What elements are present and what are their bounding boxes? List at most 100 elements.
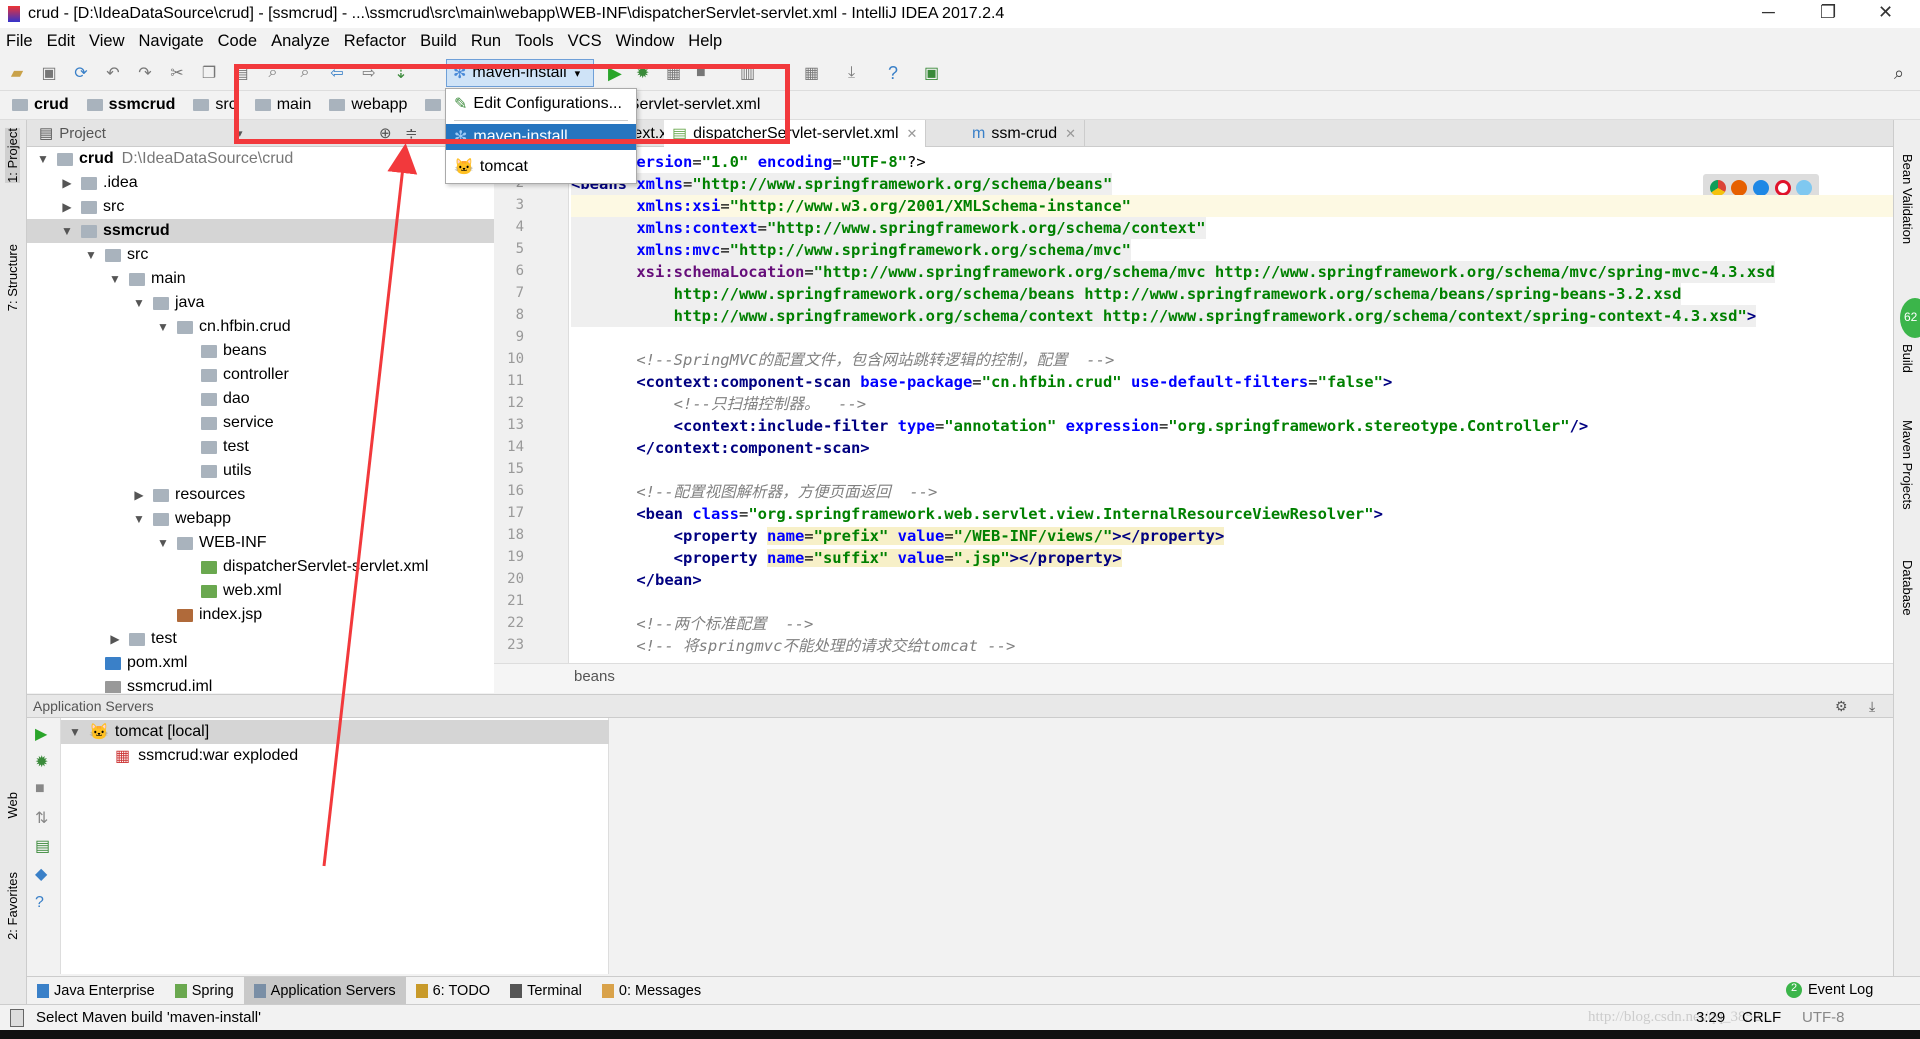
locate-icon[interactable]: ⊕	[379, 124, 392, 142]
vcs-icon[interactable]: ▣	[924, 63, 939, 83]
tree-item[interactable]: ▼ cn.hfbin.crud	[27, 315, 291, 339]
menu-vcs[interactable]: VCS	[568, 32, 602, 51]
bottom-tab[interactable]: 0: Messages	[592, 977, 711, 1005]
paste-icon[interactable]: ▤	[230, 63, 252, 83]
copy-icon[interactable]: ❐	[198, 63, 220, 83]
structure-tool-button[interactable]: 7: Structure	[5, 244, 20, 311]
opera-icon[interactable]	[1774, 180, 1791, 196]
tree-item[interactable]: controller	[27, 363, 289, 387]
back-icon[interactable]: ⇦	[326, 63, 348, 83]
chevron-down-icon[interactable]: ▼	[107, 272, 123, 286]
sdk-icon[interactable]: ▦	[804, 63, 819, 83]
chevron-down-icon[interactable]: ▼	[83, 248, 99, 262]
find-icon[interactable]: ⌕	[262, 64, 284, 82]
help-icon[interactable]: ?	[35, 894, 44, 912]
breadcrumb-item[interactable]: crud	[12, 96, 69, 114]
chevron-right-icon[interactable]: ▶	[131, 488, 147, 502]
view-dropdown-icon[interactable]: ▾	[237, 127, 243, 140]
search-everywhere-icon[interactable]: ⌕	[1894, 63, 1904, 84]
replace-icon[interactable]: ⌕	[294, 64, 316, 82]
tree-item[interactable]: ▼ src	[27, 243, 148, 267]
run-icon[interactable]: ▶	[608, 63, 622, 84]
database-tool-button[interactable]: Database	[1900, 560, 1915, 616]
forward-icon[interactable]: ⇨	[358, 63, 380, 83]
download-icon[interactable]: ⤓	[848, 64, 855, 82]
tree-item[interactable]: dao	[27, 387, 250, 411]
close-tab-icon[interactable]: ✕	[1065, 126, 1076, 142]
tree-item[interactable]: index.jsp	[27, 603, 262, 627]
open-icon[interactable]: ▰	[6, 63, 28, 83]
debug-icon[interactable]: ✹	[35, 752, 48, 772]
favorites-tool-button[interactable]: 2: Favorites	[5, 872, 20, 940]
web-tool-button[interactable]: Web	[5, 792, 20, 819]
menu-view[interactable]: View	[89, 32, 124, 51]
menu-analyze[interactable]: Analyze	[271, 32, 330, 51]
ie-icon[interactable]	[1796, 180, 1813, 196]
tree-item[interactable]: ▼ webapp	[27, 507, 231, 531]
build-icon[interactable]: ⇣	[390, 63, 412, 83]
tree-item[interactable]: ▼ java	[27, 291, 204, 315]
tree-item[interactable]: ▶ resources	[27, 483, 245, 507]
bottom-tab[interactable]: Java Enterprise	[27, 977, 165, 1005]
chevron-down-icon[interactable]: ▼	[59, 224, 75, 238]
coverage-icon[interactable]: ▦	[666, 63, 681, 83]
menu-window[interactable]: Window	[616, 32, 675, 51]
stop-icon[interactable]: ■	[35, 780, 45, 798]
undo-icon[interactable]: ↶	[102, 63, 124, 83]
chevron-down-icon[interactable]: ▼	[131, 512, 147, 526]
file-encoding[interactable]: UTF-8	[1802, 1009, 1845, 1026]
debug-icon[interactable]: ✹	[636, 63, 649, 83]
menu-refactor[interactable]: Refactor	[344, 32, 406, 51]
chevron-right-icon[interactable]: ▶	[59, 200, 75, 214]
menu-run[interactable]: Run	[471, 32, 501, 51]
bottom-tab[interactable]: Spring	[165, 977, 244, 1005]
hide-icon[interactable]: ⤓	[1869, 698, 1875, 715]
chevron-right-icon[interactable]: ▶	[107, 632, 123, 646]
stop-icon[interactable]: ■	[696, 64, 706, 82]
close-button[interactable]: ✕	[1878, 2, 1893, 23]
tree-item[interactable]: ▼ crud D:\IdeaDataSource\crud	[27, 147, 293, 171]
menu-tools[interactable]: Tools	[515, 32, 554, 51]
tree-item[interactable]: service	[27, 411, 274, 435]
server-item[interactable]: ▼ 🐱 tomcat [local]	[61, 720, 609, 744]
menu-navigate[interactable]: Navigate	[139, 32, 204, 51]
tree-item[interactable]: ▶ .idea	[27, 171, 137, 195]
breadcrumb-item[interactable]: main	[254, 96, 311, 114]
tree-item[interactable]: test	[27, 435, 249, 459]
save-icon[interactable]: ▣	[38, 63, 60, 83]
bottom-tab[interactable]: 6: TODO	[406, 977, 500, 1005]
menu-item-edit-configurations[interactable]: ✎ Edit Configurations...	[446, 91, 636, 117]
tree-item[interactable]: ▶ test	[27, 627, 176, 651]
collapse-all-icon[interactable]: ≑	[405, 124, 418, 142]
chevron-down-icon[interactable]: ▼	[131, 296, 147, 310]
firefox-icon[interactable]	[1731, 180, 1748, 196]
line-separator[interactable]: CRLF	[1742, 1009, 1781, 1026]
menu-item-tomcat[interactable]: 🐱 tomcat	[446, 154, 636, 180]
breadcrumb-item[interactable]: webapp	[329, 96, 407, 114]
status-toggle-icon[interactable]	[10, 1008, 24, 1027]
event-log-button[interactable]: 2 Event Log	[1786, 976, 1873, 1004]
chevron-right-icon[interactable]: ▶	[59, 176, 75, 190]
menu-item-maven-install[interactable]: ✻ maven-install	[446, 124, 636, 150]
run-icon[interactable]: ▶	[35, 724, 47, 744]
cut-icon[interactable]: ✂	[166, 63, 188, 83]
tree-item[interactable]: utils	[27, 459, 251, 483]
menu-edit[interactable]: Edit	[47, 32, 75, 51]
chevron-down-icon[interactable]: ▼	[35, 152, 51, 166]
menu-help[interactable]: Help	[688, 32, 722, 51]
tree-item[interactable]: ▶ src	[27, 195, 124, 219]
editor-tab[interactable]: ▤ dispatcherServlet-servlet.xml ✕	[664, 120, 927, 147]
tree-item[interactable]: ▼ main	[27, 267, 186, 291]
settings-icon[interactable]: ⚙	[1835, 698, 1848, 715]
tree-item[interactable]: beans	[27, 339, 267, 363]
bottom-tab[interactable]: Terminal	[500, 977, 592, 1005]
chrome-icon[interactable]	[1709, 180, 1726, 196]
menu-file[interactable]: File	[6, 32, 33, 51]
sync-icon[interactable]: ⟳	[70, 63, 92, 83]
bottom-tab[interactable]: Application Servers	[243, 976, 406, 1005]
artifact-item[interactable]: ▦ ssmcrud:war exploded	[115, 744, 298, 768]
project-structure-icon[interactable]: ▥	[740, 63, 755, 83]
help-icon[interactable]: ?	[888, 63, 898, 84]
maven-projects-tool-button[interactable]: Maven Projects	[1900, 420, 1915, 510]
project-panel-title[interactable]: Project	[59, 125, 106, 142]
